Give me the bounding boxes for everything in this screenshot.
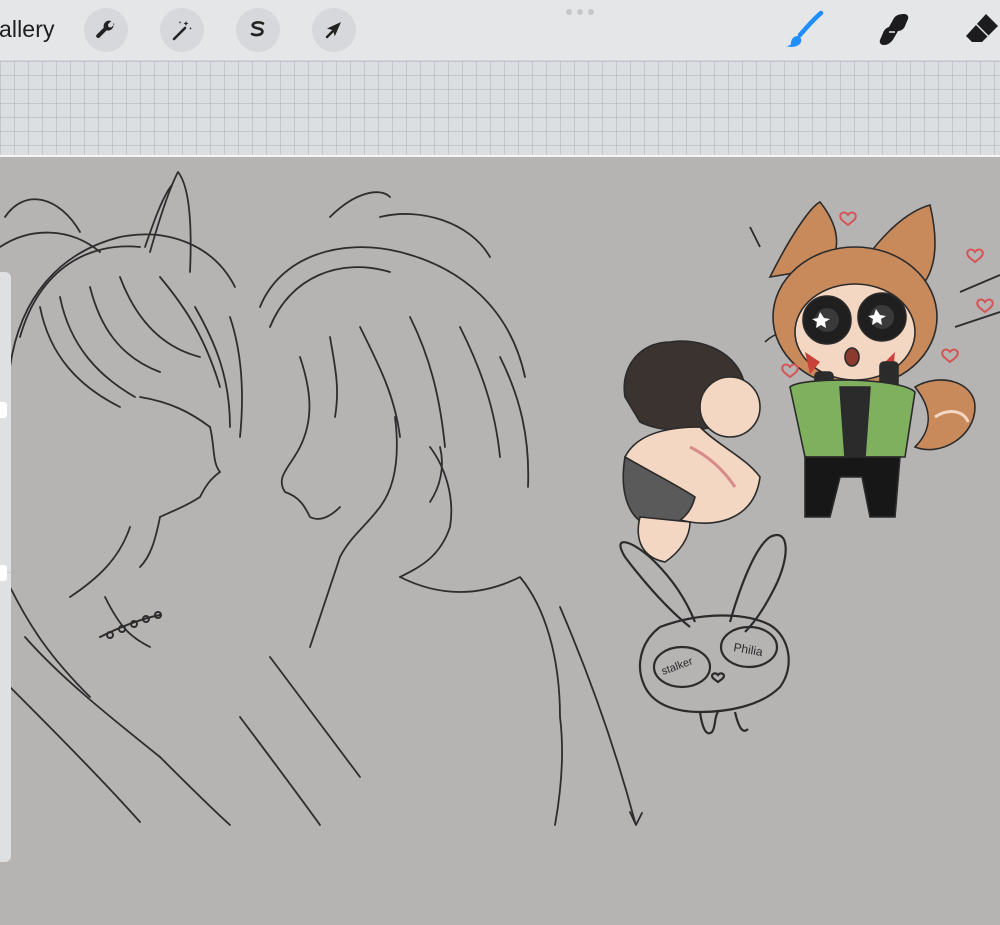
bunny-doodle <box>619 534 790 735</box>
smudge-tool-button[interactable] <box>872 10 916 50</box>
label-stalker: stalker <box>660 655 695 677</box>
chibi-drawing <box>622 200 976 563</box>
actions-button[interactable] <box>84 8 128 52</box>
opacity-slider-handle[interactable] <box>0 565 7 581</box>
sketch-right-figure <box>239 191 643 826</box>
transform-button[interactable] <box>312 8 356 52</box>
brush-icon <box>786 10 824 47</box>
selection-button[interactable] <box>236 8 280 52</box>
sketch-left-figure <box>0 171 243 826</box>
top-toolbar: allery <box>0 0 1000 61</box>
wrench-icon <box>96 20 115 38</box>
canvas-backdrop-grid <box>0 61 1000 155</box>
adjustments-button[interactable] <box>160 8 204 52</box>
drawing-canvas[interactable]: stalker Philia <box>0 157 1000 925</box>
gallery-button[interactable]: allery <box>0 16 55 43</box>
brush-size-slider-handle[interactable] <box>0 402 7 418</box>
brush-size-opacity-sidebar <box>0 272 11 862</box>
selection-s-icon <box>250 21 265 37</box>
arrow-cursor-icon <box>325 22 341 39</box>
smudge-hand-icon <box>879 14 909 45</box>
grab-handle[interactable] <box>566 9 594 15</box>
magic-wand-icon <box>172 21 192 41</box>
canvas-artwork: stalker Philia <box>0 171 1000 826</box>
label-philia: Philia <box>732 640 764 659</box>
eraser-icon <box>966 14 998 42</box>
brush-tool-button[interactable] <box>782 10 826 50</box>
eraser-tool-button[interactable] <box>960 10 1000 50</box>
